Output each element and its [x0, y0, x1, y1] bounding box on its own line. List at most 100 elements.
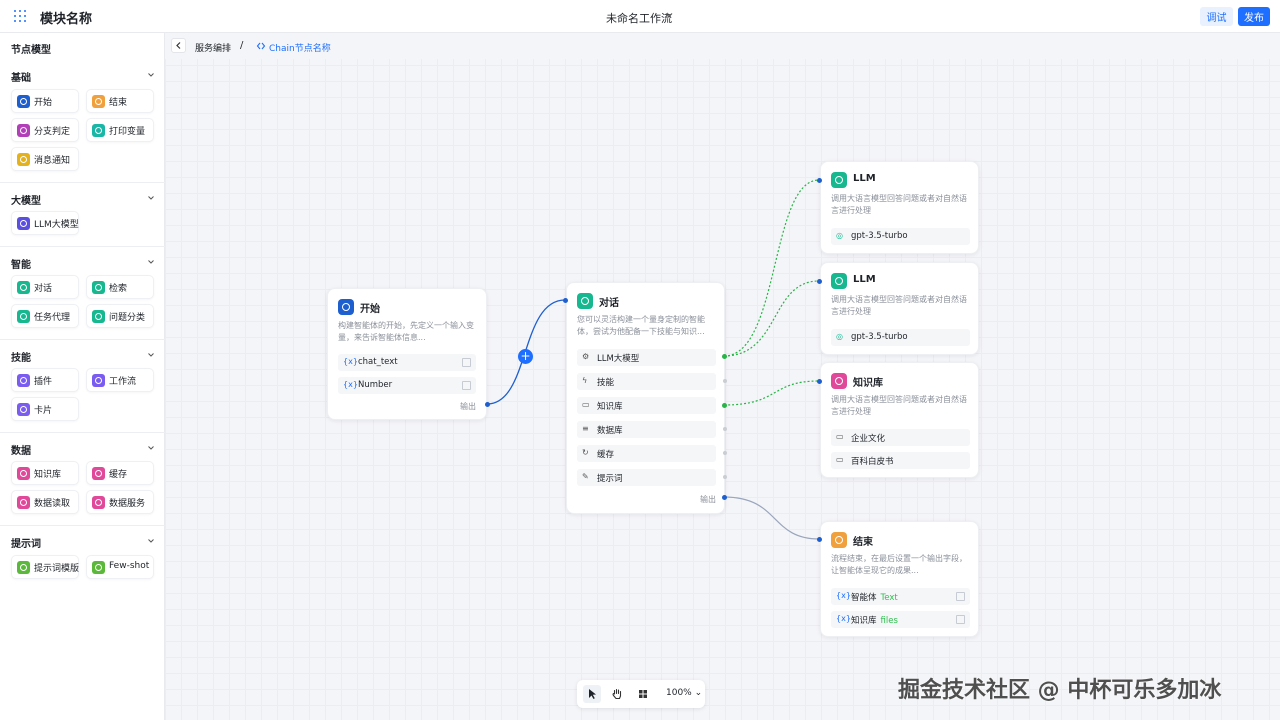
- sidebar-item-cache[interactable]: 缓存: [86, 461, 154, 485]
- section-title-agent: 智能: [11, 260, 31, 271]
- node-end[interactable]: 结束 流程结束，在最后设置一个输出字段，让智能体呈现它的成果... {x} 智能…: [820, 521, 979, 637]
- few-shot-icon: [92, 561, 105, 574]
- top-bar: 模块名称 未命名工作流 调试 发布: [0, 0, 1280, 33]
- cache-slot-port[interactable]: [723, 451, 727, 455]
- sidebar-item-task-agent[interactable]: 任务代理: [11, 304, 79, 328]
- knowledge-row[interactable]: ▭ 百科白皮书: [831, 452, 970, 469]
- book-icon: ▭: [836, 432, 844, 441]
- sidebar-item-knowledge[interactable]: 知识库: [11, 461, 79, 485]
- slot-row-llm[interactable]: ⚙ LLM大模型: [577, 349, 716, 366]
- node-description: 调用大语言模型回答问题或者对自然语言进行处理: [831, 395, 967, 416]
- slot-row-prompt[interactable]: ✎ 提示词: [577, 469, 716, 486]
- app-grid-icon[interactable]: [14, 10, 26, 22]
- start-icon: [17, 95, 30, 108]
- chevron-down-icon[interactable]: [147, 71, 155, 79]
- database-slot-port[interactable]: [723, 427, 727, 431]
- sidebar-item-search[interactable]: 检索: [86, 275, 154, 299]
- chevron-down-icon[interactable]: [147, 258, 155, 266]
- bolt-icon: ϟ: [582, 376, 588, 385]
- publish-button[interactable]: 发布: [1238, 7, 1270, 26]
- kb-input-port[interactable]: [817, 379, 822, 384]
- openai-icon: ◎: [836, 231, 843, 240]
- type-file-icon: [956, 615, 965, 624]
- slot-row-cache[interactable]: ↻ 缓存: [577, 445, 716, 462]
- section-title-prompt: 提示词: [11, 539, 41, 550]
- sidebar-item-print-var[interactable]: 打印变量: [86, 118, 154, 142]
- layout-tool-button[interactable]: [634, 685, 652, 703]
- zoom-select[interactable]: 100% ⌄: [666, 688, 702, 698]
- knowledge-slot-port[interactable]: [722, 403, 727, 408]
- prompt-icon: [17, 561, 30, 574]
- slot-row-database[interactable]: ≡ 数据库: [577, 421, 716, 438]
- chevron-down-icon[interactable]: [147, 194, 155, 202]
- node-llm-1[interactable]: LLM 调用大语言模型回答问题或者对自然语言进行处理 ◎ gpt-3.5-tur…: [820, 161, 979, 254]
- slot-row-knowledge[interactable]: ▭ 知识库: [577, 397, 716, 414]
- hand-icon: [612, 688, 622, 700]
- sidebar-item-classify[interactable]: 问题分类: [86, 304, 154, 328]
- workflow-name[interactable]: 未命名工作流: [606, 10, 672, 26]
- llm-icon: [831, 273, 847, 289]
- sidebar-item-end[interactable]: 结束: [86, 89, 154, 113]
- node-knowledge[interactable]: 知识库 调用大语言模型回答问题或者对自然语言进行处理 ▭ 企业文化 ▭ 百科白皮…: [820, 362, 979, 478]
- dialog-input-port[interactable]: [563, 298, 568, 303]
- llm-slot-port[interactable]: [722, 354, 727, 359]
- breadcrumb: [165, 33, 1280, 59]
- divider: [0, 246, 165, 247]
- sidebar-item-workflow[interactable]: 工作流: [86, 368, 154, 392]
- sidebar-item-branch[interactable]: 分支判定: [11, 118, 79, 142]
- sidebar-item-start[interactable]: 开始: [11, 89, 79, 113]
- model-row[interactable]: ◎ gpt-3.5-turbo: [831, 329, 970, 346]
- dialog-output-port[interactable]: [722, 495, 727, 500]
- variable-icon: {x}: [836, 591, 851, 600]
- add-node-button[interactable]: +: [518, 349, 533, 364]
- chevron-down-icon[interactable]: [147, 537, 155, 545]
- node-start[interactable]: 开始 构建智能体的开始，先定义一个输入变量，来告诉智能体信息... {x} ch…: [327, 288, 487, 420]
- section-title-skill: 技能: [11, 353, 31, 364]
- sidebar-item-few-shot[interactable]: Few-shot: [86, 555, 154, 579]
- breadcrumb-current: Chain节点名称: [269, 44, 331, 54]
- divider: [0, 182, 165, 183]
- node-llm-2[interactable]: LLM 调用大语言模型回答问题或者对自然语言进行处理 ◎ gpt-3.5-tur…: [820, 262, 979, 355]
- dialog-icon: [577, 293, 593, 309]
- end-input-port[interactable]: [817, 537, 822, 542]
- node-title: 结束: [853, 537, 873, 548]
- llm1-input-port[interactable]: [817, 178, 822, 183]
- start-output-port[interactable]: [485, 402, 490, 407]
- plugin-icon: [17, 374, 30, 387]
- model-row[interactable]: ◎ gpt-3.5-turbo: [831, 228, 970, 245]
- node-dialog[interactable]: 对话 您可以灵活构建一个量身定制的智能体，尝试为他配备一下技能与知识... ⚙ …: [566, 282, 725, 514]
- sidebar-item-data-read[interactable]: 数据读取: [11, 490, 79, 514]
- back-button[interactable]: [171, 38, 186, 53]
- hand-tool-button[interactable]: [608, 685, 626, 703]
- start-icon: [338, 299, 354, 315]
- end-icon: [92, 95, 105, 108]
- end-icon: [831, 532, 847, 548]
- slot-row-skill[interactable]: ϟ 技能: [577, 373, 716, 390]
- canvas-toolbar: 100% ⌄: [577, 680, 705, 708]
- input-row[interactable]: {x} chat_text: [338, 354, 476, 371]
- pointer-tool-button[interactable]: [583, 685, 601, 703]
- book-icon: ▭: [582, 400, 590, 409]
- chevron-down-icon[interactable]: [664, 10, 674, 20]
- sidebar-item-prompt-template[interactable]: 提示词模版: [11, 555, 79, 579]
- output-field-row[interactable]: {x} 知识库 files: [831, 611, 970, 628]
- sidebar-item-data-service[interactable]: 数据服务: [86, 490, 154, 514]
- chevron-down-icon[interactable]: [147, 351, 155, 359]
- sidebar-item-plugin[interactable]: 插件: [11, 368, 79, 392]
- sidebar-item-dialog[interactable]: 对话: [11, 275, 79, 299]
- output-field-row[interactable]: {x} 智能体 Text: [831, 588, 970, 605]
- skill-slot-port[interactable]: [723, 379, 727, 383]
- input-row[interactable]: {x} Number: [338, 377, 476, 394]
- llm2-input-port[interactable]: [817, 279, 822, 284]
- sidebar-item-card[interactable]: 卡片: [11, 397, 79, 421]
- output-label: 输出: [460, 402, 476, 411]
- chevron-down-icon[interactable]: [147, 444, 155, 452]
- prompt-slot-port[interactable]: [723, 475, 727, 479]
- breadcrumb-parent[interactable]: 服务编排: [195, 41, 231, 54]
- sidebar-item-notify[interactable]: 消息通知: [11, 147, 79, 171]
- watermark: 掘金技术社区 @ 中杯可乐多加冰: [898, 678, 1222, 703]
- knowledge-row[interactable]: ▭ 企业文化: [831, 429, 970, 446]
- debug-button[interactable]: 调试: [1200, 7, 1233, 26]
- variable-icon: {x}: [343, 380, 358, 389]
- sidebar-item-llm[interactable]: LLM大模型: [11, 211, 79, 235]
